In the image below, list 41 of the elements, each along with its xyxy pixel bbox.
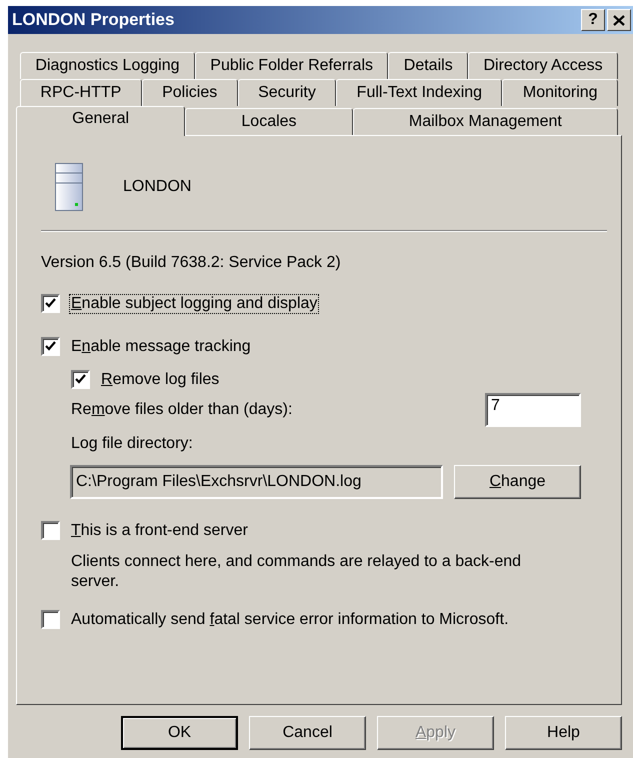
checkbox[interactable] (71, 370, 90, 389)
checkbox-label[interactable]: Remove log files (100, 370, 220, 388)
dialog-button[interactable]: Cancel (249, 716, 366, 750)
dialog-button[interactable]: Help (505, 716, 622, 750)
checkbox-label[interactable]: Enable subject logging and display (70, 294, 318, 312)
server-name: LONDON (123, 178, 192, 196)
tab[interactable]: Policies (142, 79, 238, 106)
tab[interactable]: Details (388, 52, 468, 79)
server-icon (55, 163, 83, 211)
checkbox[interactable] (41, 337, 60, 356)
tab[interactable]: RPC-HTTP (20, 79, 142, 106)
tab[interactable]: Public Folder Referrals (194, 52, 388, 79)
checkbox-label[interactable]: Enable message tracking (70, 338, 252, 356)
path-field[interactable]: C:\Program Files\Exchsrvr\LONDON.log (70, 465, 443, 499)
close-icon (613, 14, 625, 26)
checkbox[interactable] (41, 521, 60, 540)
checkbox-label[interactable]: This is a front-end server (70, 522, 249, 540)
field-label: Log file directory: (71, 435, 193, 452)
change-button[interactable]: Change (454, 465, 581, 499)
checkmark-icon (45, 341, 56, 352)
tab[interactable]: Locales (185, 108, 353, 135)
checkbox[interactable] (41, 610, 60, 629)
checkbox-label[interactable]: Automatically send fatal service error information to Microsoft. (70, 610, 510, 628)
tab[interactable]: Diagnostics Logging (20, 52, 195, 79)
tab[interactable]: Monitoring (502, 79, 618, 106)
close-button[interactable] (607, 9, 631, 31)
tab[interactable]: Full-Text Indexing (336, 79, 502, 106)
days-input-field[interactable]: 7 (485, 393, 581, 427)
checkmark-icon (75, 374, 86, 385)
field-label: Remove files older than (days): (71, 401, 292, 419)
tab[interactable]: General (16, 106, 186, 136)
tab[interactable]: Mailbox Management (352, 108, 618, 135)
window-title: LONDON Properties (12, 10, 174, 30)
version-text: Version 6.5 (Build 7638.2: Service Pack 2) (41, 254, 342, 272)
tab[interactable]: Directory Access (468, 52, 618, 79)
tab[interactable]: Security (238, 79, 336, 106)
checkbox[interactable] (41, 294, 60, 313)
dialog-button[interactable]: OK (121, 716, 238, 750)
help-button[interactable]: ? (581, 9, 605, 31)
checkmark-icon (45, 298, 56, 309)
description-text: Clients connect here, and commands are relayed to a back-end server. (71, 553, 522, 590)
